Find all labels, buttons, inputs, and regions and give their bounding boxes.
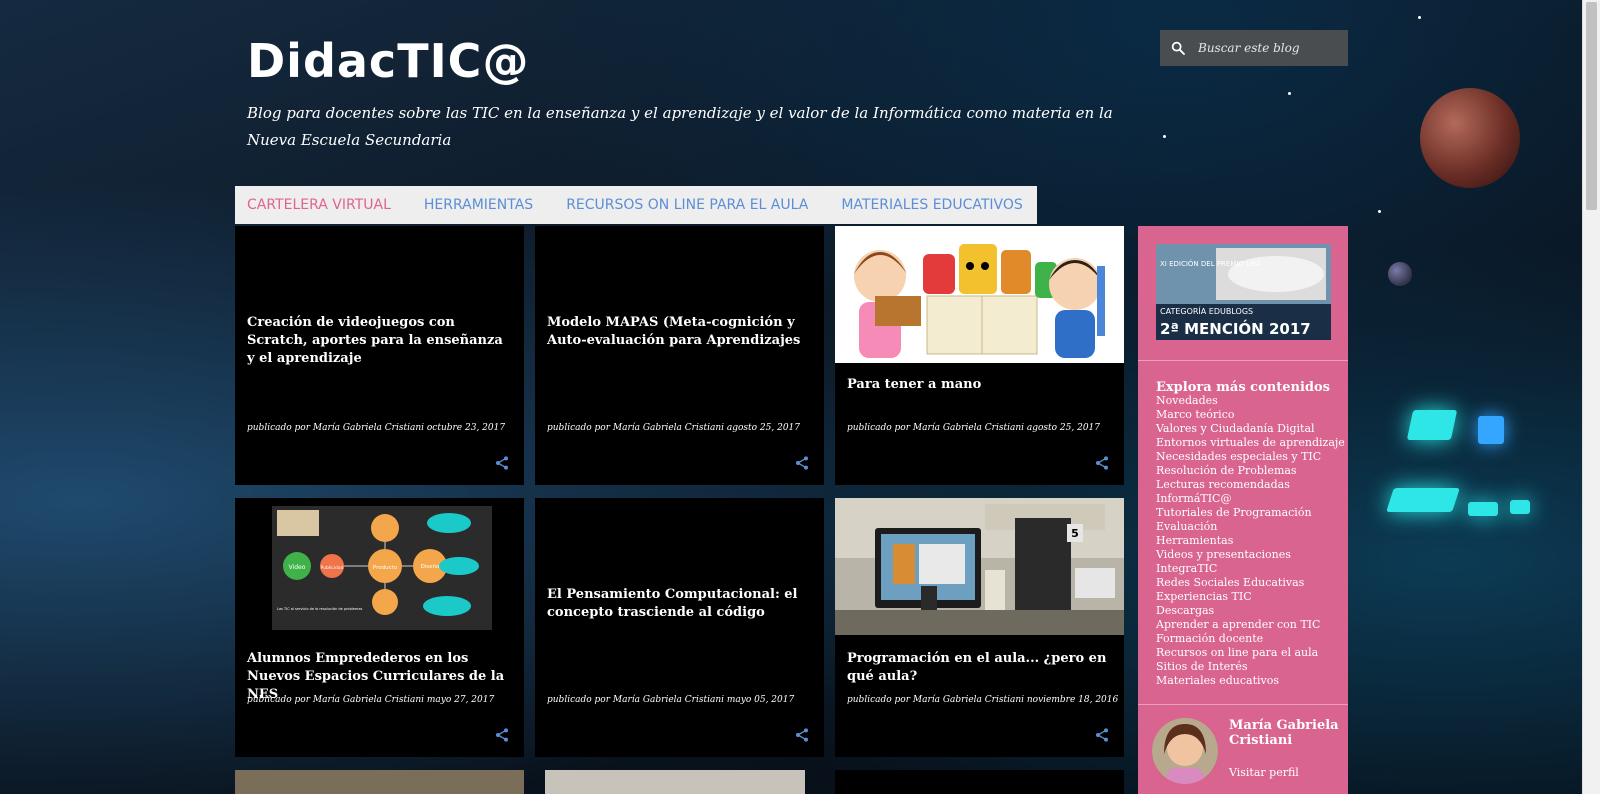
sidebar-divider <box>1138 360 1348 361</box>
share-icon[interactable] <box>1094 727 1110 743</box>
sidebar-link[interactable]: Valores y Ciudadanía Digital <box>1156 422 1345 436</box>
search-box[interactable] <box>1160 30 1348 66</box>
panel-light <box>1510 500 1530 514</box>
post-byline: publicado por María Gabriela Cristiani o… <box>247 423 506 433</box>
blog-title[interactable]: DidacTIC@ <box>247 34 529 88</box>
sidebar-link[interactable]: Experiencias TIC <box>1156 590 1345 604</box>
post-card[interactable]: Para tener a mano publicado por María Ga… <box>835 226 1124 485</box>
share-icon[interactable] <box>794 727 810 743</box>
planet-decoration <box>1420 88 1520 188</box>
share-icon[interactable] <box>794 455 810 471</box>
sidebar-link[interactable]: Aprender a aprender con TIC <box>1156 618 1345 632</box>
star <box>1418 16 1421 19</box>
diagram-node-publicidad: Publicidad <box>320 565 343 571</box>
sidebar: XI EDICIÓN DEL PREMIO UBA CATEGORÍA EDUB… <box>1138 226 1348 794</box>
profile-name[interactable]: María Gabriela Cristiani <box>1229 718 1344 748</box>
sidebar-link[interactable]: IntegraTIC <box>1156 562 1345 576</box>
nav-item-herramientas[interactable]: HERRAMIENTAS <box>424 197 533 213</box>
post-title[interactable]: Creación de videojuegos con Scratch, apo… <box>247 314 512 368</box>
links-section-title: Explora más contenidos <box>1156 380 1330 395</box>
star <box>1378 210 1381 213</box>
panel-light <box>1468 502 1498 516</box>
panel-light <box>1386 488 1460 512</box>
scrollbar[interactable] <box>1582 0 1600 794</box>
main-nav: CARTELERA VIRTUAL HERRAMIENTAS RECURSOS … <box>235 186 1037 224</box>
badge-line-1: XI EDICIÓN DEL PREMIO UBA <box>1160 259 1261 268</box>
sidebar-link[interactable]: Recursos on line para el aula <box>1156 646 1345 660</box>
sidebar-link[interactable]: Resolución de Problemas <box>1156 464 1345 478</box>
badge-line-3: 2ª MENCIÓN 2017 <box>1160 319 1311 338</box>
sidebar-link[interactable]: Tutoriales de Programación <box>1156 506 1345 520</box>
sidebar-link[interactable]: Formación docente <box>1156 632 1345 646</box>
panel-light <box>1406 410 1458 440</box>
post-byline: publicado por María Gabriela Cristiani a… <box>847 423 1101 433</box>
sidebar-divider <box>1138 704 1348 705</box>
avatar[interactable] <box>1152 718 1218 784</box>
computer-label: 5 <box>1071 527 1079 540</box>
post-title[interactable]: Para tener a mano <box>847 376 1112 394</box>
diagram-node-diseno: Diseño <box>421 564 440 570</box>
sidebar-link[interactable]: Videos y presentaciones <box>1156 548 1345 562</box>
visit-profile-link[interactable]: Visitar perfil <box>1229 766 1299 779</box>
sidebar-links-list: Novedades Marco teórico Valores y Ciudad… <box>1156 394 1345 688</box>
share-icon[interactable] <box>1094 455 1110 471</box>
badge-line-2: CATEGORÍA EDUBLOGS <box>1160 305 1253 316</box>
post-card-partial[interactable] <box>835 770 1124 794</box>
post-byline: publicado por María Gabriela Cristiani n… <box>847 695 1119 705</box>
post-card[interactable]: Video Publicidad Producto Diseño Las TIC… <box>235 498 524 757</box>
sidebar-link[interactable]: Marco teórico <box>1156 408 1345 422</box>
post-card[interactable]: 5 Programación en el aula... ¿pero en qu… <box>835 498 1124 757</box>
nav-item-recursos-online[interactable]: RECURSOS ON LINE PARA EL AULA <box>566 197 808 213</box>
post-card[interactable]: El Pensamiento Computacional: el concept… <box>535 498 824 757</box>
post-thumbnail-kids-reading[interactable] <box>835 226 1124 363</box>
post-card[interactable]: Modelo MAPAS (Meta-cognición y Auto-eval… <box>535 226 824 485</box>
moon-decoration <box>1388 262 1412 286</box>
post-thumbnail-diagram[interactable]: Video Publicidad Producto Diseño Las TIC… <box>235 498 524 635</box>
post-title[interactable]: Programación en el aula... ¿pero en qué … <box>847 650 1112 686</box>
sidebar-link[interactable]: Herramientas <box>1156 534 1345 548</box>
sidebar-link[interactable]: Evaluación <box>1156 520 1345 534</box>
sidebar-link[interactable]: Redes Sociales Educativas <box>1156 576 1345 590</box>
star <box>1288 92 1291 95</box>
post-card-partial[interactable] <box>235 770 524 794</box>
diagram-caption: Las TIC al servicio de la resolución de … <box>277 607 362 611</box>
post-title[interactable]: El Pensamiento Computacional: el concept… <box>547 586 812 622</box>
share-icon[interactable] <box>494 455 510 471</box>
sidebar-link[interactable]: Lecturas recomendadas <box>1156 478 1345 492</box>
post-title[interactable]: Modelo MAPAS (Meta-cognición y Auto-eval… <box>547 314 812 350</box>
post-byline: publicado por María Gabriela Cristiani m… <box>547 695 795 705</box>
post-byline: publicado por María Gabriela Cristiani m… <box>247 695 495 705</box>
nav-item-materiales-educativos[interactable]: MATERIALES EDUCATIVOS <box>841 197 1022 213</box>
search-input[interactable] <box>1196 40 1340 56</box>
diagram-node-producto: Producto <box>373 565 398 571</box>
sidebar-link[interactable]: Sitios de Interés <box>1156 660 1345 674</box>
panel-light <box>1478 416 1504 444</box>
post-card[interactable]: Creación de videojuegos con Scratch, apo… <box>235 226 524 485</box>
diagram-node-video: Video <box>289 564 306 571</box>
post-card-partial[interactable] <box>545 770 805 794</box>
post-byline: publicado por María Gabriela Cristiani a… <box>547 423 801 433</box>
nav-item-cartelera-virtual[interactable]: CARTELERA VIRTUAL <box>247 197 391 213</box>
sidebar-link[interactable]: Descargas <box>1156 604 1345 618</box>
sidebar-link[interactable]: Materiales educativos <box>1156 674 1345 688</box>
search-icon[interactable] <box>1170 40 1186 56</box>
star <box>1163 135 1166 138</box>
post-thumbnail-computer[interactable]: 5 <box>835 498 1124 635</box>
share-icon[interactable] <box>494 727 510 743</box>
blog-description: Blog para docentes sobre las TIC en la e… <box>247 104 1113 149</box>
sidebar-link[interactable]: Novedades <box>1156 394 1345 408</box>
scrollbar-thumb[interactable] <box>1586 2 1597 210</box>
sidebar-link[interactable]: Entornos virtuales de aprendizaje <box>1156 436 1345 450</box>
sidebar-link[interactable]: Necesidades especiales y TIC <box>1156 450 1345 464</box>
award-badge[interactable]: XI EDICIÓN DEL PREMIO UBA CATEGORÍA EDUB… <box>1156 244 1331 340</box>
sidebar-link[interactable]: InformáTIC@ <box>1156 492 1345 506</box>
